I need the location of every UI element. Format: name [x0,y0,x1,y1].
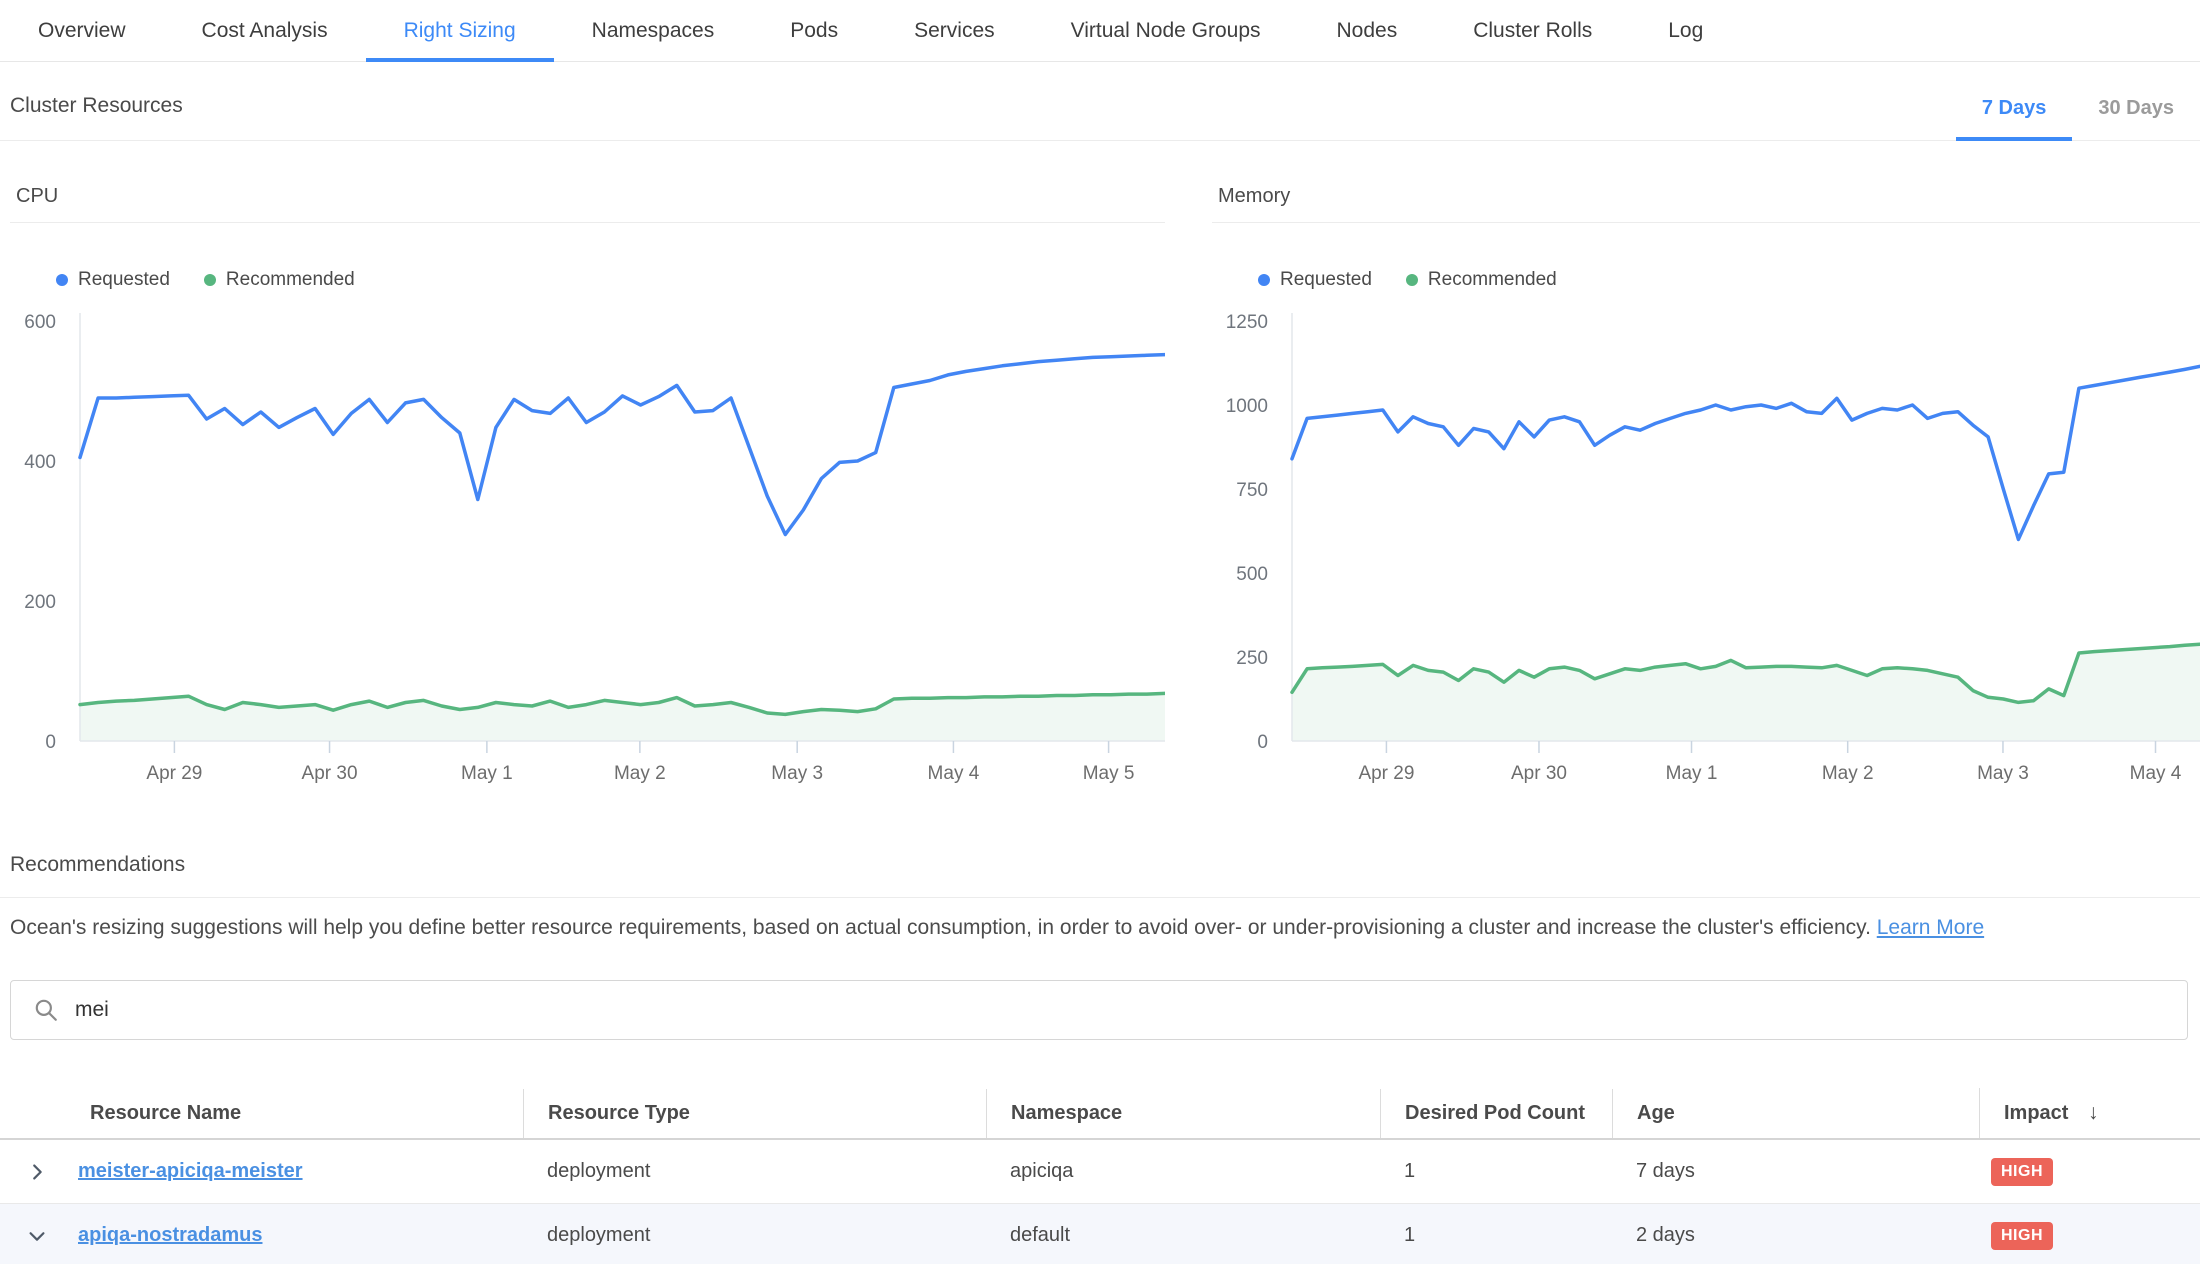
svg-text:May 1: May 1 [1666,763,1718,784]
cluster-resources-header: Cluster Resources 7 Days 30 Days [0,94,2200,141]
cluster-resources-heading: Cluster Resources [10,94,183,140]
requested-dot-icon [1258,274,1270,286]
resource-name-cell: meister-apiciqa-meister [0,1160,523,1183]
tab-services[interactable]: Services [876,0,1033,62]
tab-pods[interactable]: Pods [752,0,876,62]
svg-text:Apr 30: Apr 30 [1511,763,1567,784]
tab-right-sizing[interactable]: Right Sizing [366,0,554,62]
svg-text:May 5: May 5 [1083,763,1135,784]
impact-cell: HIGH [1979,1222,2200,1250]
column-header-resource-name[interactable]: Resource Name [0,1089,523,1138]
requested-dot-icon [56,274,68,286]
desired-pod-count-cell: 1 [1380,1160,1612,1183]
impact-cell: HIGH [1979,1158,2200,1186]
impact-badge: HIGH [1991,1222,2053,1250]
impact-badge: HIGH [1991,1158,2053,1186]
svg-text:750: 750 [1236,480,1268,501]
namespace-cell: default [986,1224,1380,1247]
table-row[interactable]: apiqa-nostradamus deployment default 1 2… [0,1204,2200,1264]
age-cell: 2 days [1612,1224,1979,1247]
age-cell: 7 days [1612,1160,1979,1183]
svg-text:Apr 29: Apr 29 [1358,763,1414,784]
svg-text:May 2: May 2 [1822,763,1874,784]
svg-text:500: 500 [1236,564,1268,585]
legend-item-recommended: Recommended [204,269,355,291]
tab-nodes[interactable]: Nodes [1299,0,1436,62]
svg-text:May 4: May 4 [2130,763,2182,784]
svg-text:250: 250 [1236,648,1268,669]
learn-more-link[interactable]: Learn More [1877,916,1984,939]
tab-virtual-node-groups[interactable]: Virtual Node Groups [1033,0,1299,62]
svg-text:400: 400 [24,452,56,473]
tab-bar: Overview Cost Analysis Right Sizing Name… [0,0,2200,62]
table-header: Resource Name Resource Type Namespace De… [0,1088,2200,1140]
svg-text:200: 200 [24,592,56,613]
recommended-dot-icon [204,274,216,286]
namespace-cell: apiciqa [986,1160,1380,1183]
column-header-resource-type[interactable]: Resource Type [523,1089,986,1138]
search-input[interactable] [75,998,2187,1022]
tab-cost-analysis[interactable]: Cost Analysis [164,0,366,62]
memory-chart-title: Memory [1212,185,2200,223]
cpu-chart: 0 200 400 600 Apr 29 Apr 30 May 1 May 2 May 3 May… [10,305,1165,785]
recommendations-description: Ocean's resizing suggestions will help y… [10,916,2190,940]
recommendations-section: Recommendations Ocean's resizing suggest… [0,853,2200,1264]
memory-chart-panel: Memory Requested Recommended 0 250 500 750 1… [1212,185,2200,785]
time-range-toggle: 7 Days 30 Days [1956,97,2200,140]
recommendations-table: Resource Name Resource Type Namespace De… [0,1088,2200,1264]
chevron-right-icon[interactable] [26,1161,48,1183]
memory-chart-legend: Requested Recommended [1258,269,2200,291]
sort-descending-icon[interactable]: ↓ [2088,1101,2099,1124]
svg-text:May 3: May 3 [771,763,823,784]
column-header-desired-pod-count[interactable]: Desired Pod Count [1380,1089,1612,1138]
svg-text:0: 0 [1257,732,1268,753]
range-7-days-button[interactable]: 7 Days [1956,97,2073,140]
svg-text:1250: 1250 [1226,312,1268,333]
legend-item-requested: Requested [56,269,170,291]
search-box[interactable] [10,980,2188,1040]
svg-text:1000: 1000 [1226,396,1268,417]
tab-overview[interactable]: Overview [0,0,164,62]
svg-text:600: 600 [24,312,56,333]
svg-text:May 2: May 2 [614,763,666,784]
tab-cluster-rolls[interactable]: Cluster Rolls [1435,0,1630,62]
svg-text:Apr 30: Apr 30 [302,763,358,784]
svg-text:May 4: May 4 [928,763,980,784]
column-header-namespace[interactable]: Namespace [986,1089,1380,1138]
legend-item-recommended: Recommended [1406,269,1557,291]
svg-text:May 3: May 3 [1977,763,2029,784]
legend-label-requested: Requested [1280,269,1372,291]
recommendations-heading: Recommendations [0,853,2200,877]
tab-log[interactable]: Log [1630,0,1741,62]
chevron-down-icon[interactable] [26,1225,48,1247]
description-text: Ocean's resizing suggestions will help y… [10,916,1871,939]
memory-chart: 0 250 500 750 1000 1250 Apr 29 Apr 30 May 1 May 2… [1212,305,2200,785]
recommended-dot-icon [1406,274,1418,286]
divider [0,897,2200,898]
cluster-resources-charts: CPU Requested Recommended 0 200 400 600 Apr … [0,185,2200,785]
legend-label-recommended: Recommended [1428,269,1557,291]
cpu-chart-panel: CPU Requested Recommended 0 200 400 600 Apr … [10,185,1165,785]
tab-namespaces[interactable]: Namespaces [554,0,753,62]
svg-text:May 1: May 1 [461,763,513,784]
table-row[interactable]: meister-apiciqa-meister deployment apici… [0,1140,2200,1204]
resource-type-cell: deployment [523,1160,986,1183]
legend-label-recommended: Recommended [226,269,355,291]
svg-text:Apr 29: Apr 29 [146,763,202,784]
svg-text:0: 0 [45,732,56,753]
resource-name-link[interactable]: apiqa-nostradamus [78,1224,262,1247]
search-icon [33,997,59,1023]
column-header-age[interactable]: Age [1612,1089,1979,1138]
desired-pod-count-cell: 1 [1380,1224,1612,1247]
legend-item-requested: Requested [1258,269,1372,291]
legend-label-requested: Requested [78,269,170,291]
impact-header-label: Impact [2004,1102,2068,1124]
cpu-chart-title: CPU [10,185,1165,223]
cpu-chart-legend: Requested Recommended [56,269,1165,291]
column-header-impact[interactable]: Impact ↓ [1979,1088,2200,1138]
resource-type-cell: deployment [523,1224,986,1247]
range-30-days-button[interactable]: 30 Days [2072,97,2200,140]
resource-name-cell: apiqa-nostradamus [0,1224,523,1247]
resource-name-link[interactable]: meister-apiciqa-meister [78,1160,303,1183]
